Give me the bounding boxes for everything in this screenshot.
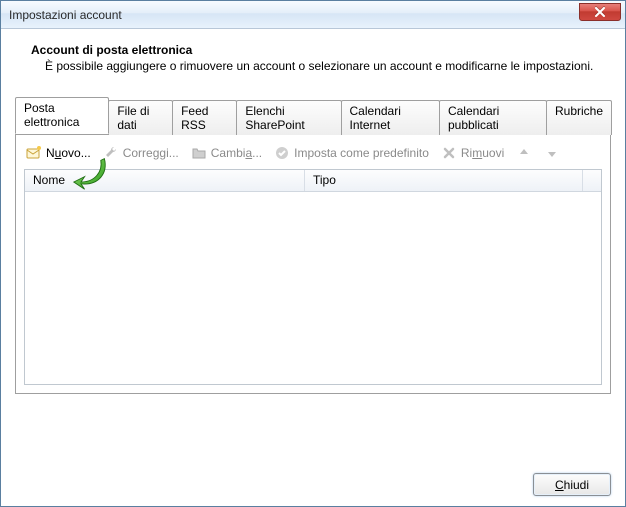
dialog-footer: Chiudi <box>15 465 611 496</box>
tabs: Posta elettronica File di dati Feed RSS … <box>15 97 611 394</box>
remove-button[interactable]: Rimuovi <box>441 145 504 161</box>
x-icon <box>441 145 457 161</box>
tab-label: Rubriche <box>555 104 603 118</box>
close-button-label: Chiudi <box>555 478 589 492</box>
tab-email[interactable]: Posta elettronica <box>15 97 109 134</box>
column-name[interactable]: Nome <box>25 170 305 191</box>
tab-rss[interactable]: Feed RSS <box>172 100 237 135</box>
change-label: Cambia... <box>211 146 262 160</box>
tab-datafiles[interactable]: File di dati <box>108 100 173 135</box>
close-button[interactable]: Chiudi <box>533 473 611 496</box>
new-label: Nuovo... <box>46 146 91 160</box>
tab-label: Elenchi SharePoint <box>245 104 304 132</box>
column-spacer <box>583 170 601 191</box>
close-icon <box>594 7 606 17</box>
repair-button[interactable]: Correggi... <box>103 145 179 161</box>
remove-label: Rimuovi <box>461 146 504 160</box>
default-label: Imposta come predefinito <box>294 146 429 160</box>
heading-title: Account di posta elettronica <box>31 43 605 57</box>
tab-sharepoint[interactable]: Elenchi SharePoint <box>236 100 341 135</box>
arrow-down-icon <box>544 145 560 161</box>
new-button[interactable]: Nuovo... <box>26 145 91 161</box>
tab-label: Posta elettronica <box>24 101 79 129</box>
set-default-button[interactable]: Imposta come predefinito <box>274 145 429 161</box>
change-button[interactable]: Cambia... <box>191 145 262 161</box>
tab-label: Calendari Internet <box>350 104 401 132</box>
heading-description: È possibile aggiungere o rimuovere un ac… <box>31 59 605 73</box>
tab-internet-calendars[interactable]: Calendari Internet <box>341 100 440 135</box>
list-body <box>25 192 601 384</box>
list-header: Nome Tipo <box>25 170 601 192</box>
tabstrip: Posta elettronica File di dati Feed RSS … <box>15 98 611 135</box>
move-up-button[interactable] <box>516 145 532 161</box>
tab-panel: Nuovo... Correggi... <box>15 134 611 394</box>
tab-published-calendars[interactable]: Calendari pubblicati <box>439 100 547 135</box>
window-title: Impostazioni account <box>9 8 122 22</box>
titlebar: Impostazioni account <box>1 1 625 29</box>
arrow-up-icon <box>516 145 532 161</box>
tab-label: Calendari pubblicati <box>448 104 499 132</box>
wrench-icon <box>103 145 119 161</box>
toolbar: Nuovo... Correggi... <box>24 143 602 169</box>
heading-block: Account di posta elettronica È possibile… <box>15 39 611 91</box>
folder-icon <box>191 145 207 161</box>
column-type[interactable]: Tipo <box>305 170 583 191</box>
tab-label: File di dati <box>117 104 149 132</box>
accounts-list: Nome Tipo <box>24 169 602 385</box>
close-window-button[interactable] <box>579 3 621 21</box>
check-circle-icon <box>274 145 290 161</box>
content-area: Account di posta elettronica È possibile… <box>1 29 625 506</box>
repair-label: Correggi... <box>123 146 179 160</box>
account-settings-window: Impostazioni account Account di posta el… <box>0 0 626 507</box>
tab-label: Feed RSS <box>181 104 208 132</box>
move-down-button[interactable] <box>544 145 560 161</box>
envelope-sparkle-icon <box>26 145 42 161</box>
tab-addressbooks[interactable]: Rubriche <box>546 100 612 135</box>
